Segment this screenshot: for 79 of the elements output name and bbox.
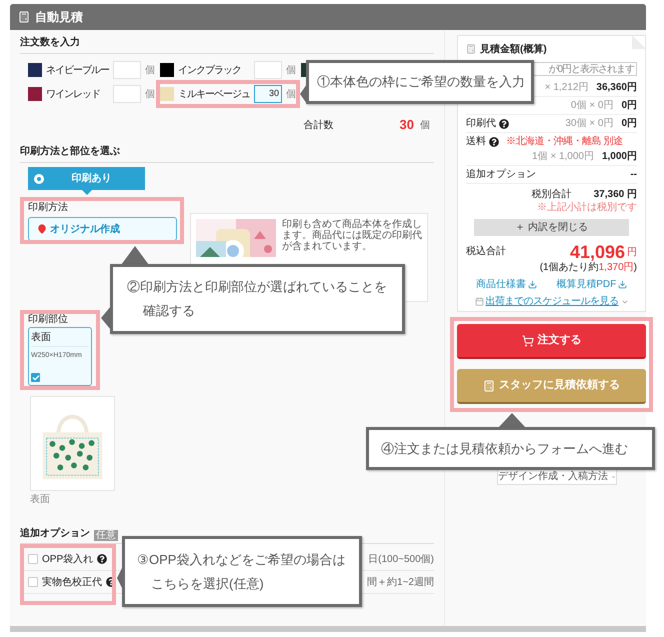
unit-label: 個 [286,64,296,78]
row-amount: 1,000円 [602,150,637,164]
unit-label: 個 [145,64,155,78]
subtotal-label: 税別合計 [532,188,572,202]
total-label: 合計数 [304,118,334,132]
callout-tooltip: ④注文または見積依頼からフォームへ進む [366,427,655,470]
row-remark: ※北海道・沖縄・離島 別途 [506,134,622,149]
unit-label: 個 [286,88,296,102]
option-label: OPP袋入れ [42,552,94,566]
option-note: 日(100~500個) [368,552,434,566]
tax-note: ※上記小計は税別です [537,202,637,214]
row-calc: 30個 × 0円 [565,117,614,131]
optional-badge: 任意 [94,530,118,541]
checkbox[interactable] [31,373,40,382]
row-amount: 36,360円 [596,81,637,95]
help-icon[interactable] [489,136,499,146]
download-link[interactable]: 概算見積PDF [556,277,628,292]
callout-tooltip: ③OPP袋入れなどをご希望の場合はこちらを選択(任意) [122,536,362,607]
row-label: 追加オプション [466,168,536,182]
callout-tooltip: ①本体色の枠にご希望の数量を入力 [306,60,534,104]
pin-icon [37,224,47,234]
row-amount: 0円 [621,117,637,131]
row-calc: 1個 × 1,000円 [532,150,594,164]
total-label: 税込合計 [466,244,506,259]
callout-tooltip: ②印刷方法と印刷部位が選ばれていることを確認する [110,264,405,334]
quantity-field[interactable] [254,61,282,79]
unit-label: 個 [420,118,430,132]
calendar-icon [474,297,484,306]
calculator-icon [466,44,476,54]
tab-pointer-icon [82,190,92,195]
unit-label: 個 [145,88,155,102]
section-title: 印刷方法と部位を選ぶ [20,144,120,159]
color-name: ネイビーブルー [46,64,109,78]
radio-icon [34,174,44,184]
color-name: インクブラック [178,64,242,78]
tooltip-pointer [121,246,149,265]
row-calc: × 1,212円 [544,81,588,95]
subtotal-amount: 37,360 円 [594,188,637,202]
position-name: 表面 [31,330,89,347]
method-field[interactable]: オリジナル作成 [28,217,177,241]
option-label: 実物色校正代 [42,576,102,590]
quantity-field[interactable] [113,85,141,103]
per-unit-price: (1個あたり約1,370円) [540,262,637,274]
section-title: 追加オプション [20,526,90,541]
cart-icon [522,334,534,346]
header-title: 自動見積 [35,9,83,26]
breakdown-toggle[interactable]: ＋ 内訳を閉じる [474,219,629,236]
download-icon [528,280,537,289]
schedule-link[interactable]: 出荷までのスケジュールを見る [486,294,618,309]
download-link[interactable]: 商品仕様書 [476,277,537,292]
option-note: 間＋約1~2週間 [367,576,434,590]
section-title: 注文数を入力 [20,35,80,50]
checkbox[interactable] [28,577,38,587]
quantity-field[interactable]: 30 [254,85,282,103]
print-tab[interactable]: 印刷あり [28,167,145,190]
row-amount: -- [630,168,637,182]
help-icon[interactable] [499,118,509,128]
order-button[interactable]: 注文する [457,324,646,359]
color-name: ワインレッド [46,88,101,102]
quantity-field[interactable] [113,61,141,79]
field-label: 印刷部位 [28,314,69,326]
color-name: ミルキーベージュ [178,88,250,102]
calculator-icon [483,380,495,392]
quote-request-button[interactable]: スタッフに見積依頼する [457,369,646,404]
row-label: 印刷代 [466,116,496,131]
calculator-icon [18,11,30,23]
field-label: 印刷方法 [28,202,69,214]
row-label: 送料 [466,134,486,149]
download-icon [618,280,628,289]
help-icon[interactable] [97,554,108,564]
checkbox[interactable] [28,554,38,564]
row-calc: 0個 × 0円 [570,99,614,113]
total-amount: 41,096 [570,242,625,262]
description-text: 印刷も含めて商品本体を作成します。商品代には既定の印刷代が含まれています。 [282,219,422,252]
row-amount: 0円 [621,99,637,113]
currency-label: 円 [627,246,637,260]
preview-caption: 表面 [30,494,51,506]
estimate-title: 見積金額(概算) [480,42,547,56]
total-count: 30 [400,116,414,134]
